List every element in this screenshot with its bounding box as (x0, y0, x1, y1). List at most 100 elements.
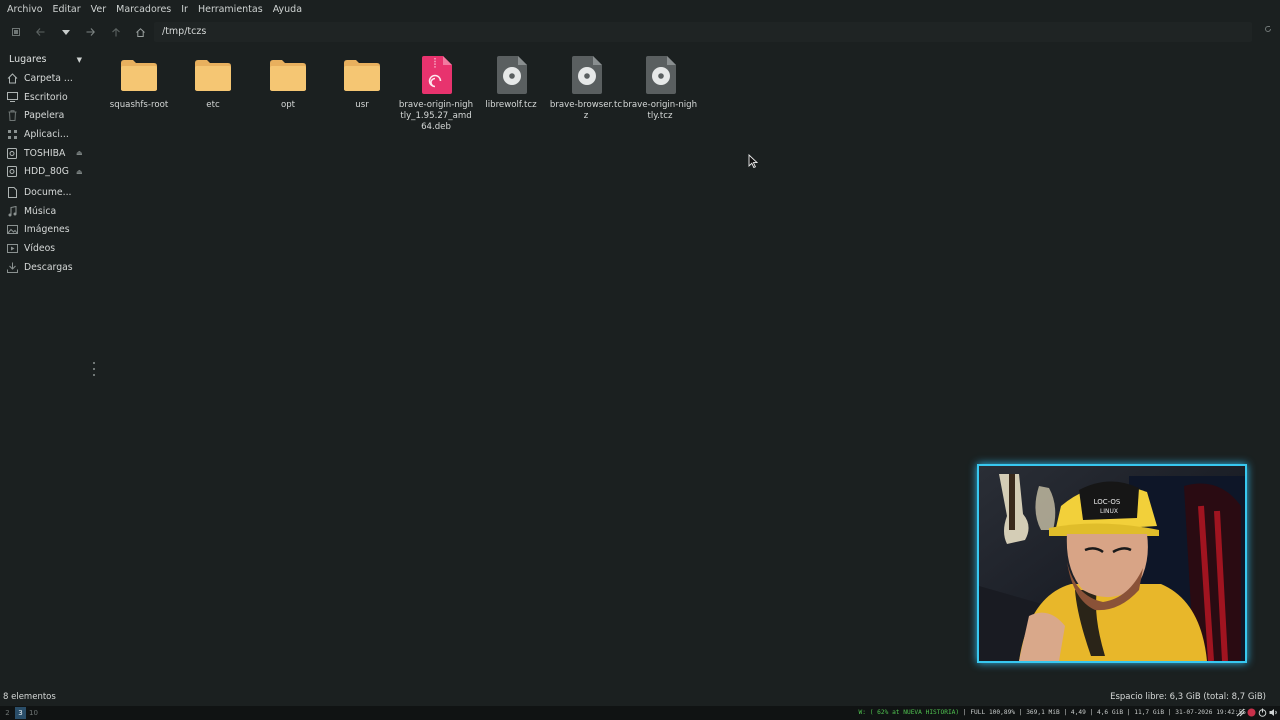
home-icon (6, 72, 18, 84)
sidebar-item-label: TOSHIBA (24, 147, 66, 159)
webcam-presenter-image: LOC-OS LINUX (979, 466, 1245, 661)
sidebar-splitter-handle[interactable] (92, 362, 96, 376)
path-input[interactable]: /tmp/tczs (154, 22, 1252, 42)
toolbar: /tmp/tczs (0, 20, 1280, 44)
file-item-etc[interactable]: etc (175, 55, 251, 111)
cap-logo-line2: LINUX (1100, 508, 1118, 515)
status-bar: 8 elementos Espacio libre: 6,3 GiB (tota… (0, 690, 1280, 704)
file-item-brave-origin-tcz[interactable]: brave-origin-nightly.tcz (622, 55, 698, 122)
workspace-button[interactable]: 10 (28, 707, 39, 719)
file-item-brave-browser-tcz[interactable]: brave-browser.tcz (548, 55, 624, 122)
sidebar-item-papelera[interactable]: Papelera (0, 106, 90, 125)
new-tab-button[interactable] (3, 20, 28, 44)
file-name: librewolf.tcz (485, 100, 537, 110)
up-button[interactable] (103, 20, 128, 44)
refresh-icon (1265, 26, 1271, 32)
arrow-up-icon (111, 27, 120, 36)
back-button[interactable] (28, 20, 53, 44)
menu-ayuda[interactable]: Ayuda (268, 0, 307, 19)
sidebar-item-descargas[interactable]: Descargas (0, 258, 90, 277)
workspace-button-active[interactable]: 3 (15, 707, 26, 719)
home-icon (136, 27, 145, 37)
file-name: squashfs-root (109, 100, 169, 110)
eject-icon[interactable]: ⏏ (76, 168, 83, 176)
disc-image-icon (566, 55, 606, 95)
system-panel: 2 3 10 W: ( 62% at NUEVA HISTORIA) | FUL… (0, 706, 1280, 720)
sidebar-item-escritorio[interactable]: Escritorio (0, 88, 90, 107)
webcam-overlay: LOC-OS LINUX (977, 464, 1247, 663)
refresh-button[interactable] (1264, 25, 1272, 36)
trash-icon (6, 110, 18, 122)
sidebar-item-label: Carpeta ... (24, 72, 73, 84)
file-manager-window: Archivo Editar Ver Marcadores Ir Herrami… (0, 0, 1280, 720)
drive-icon (6, 147, 18, 159)
file-item-brave-deb[interactable]: brave-origin-nightly_1.95.27_amd64.deb (398, 55, 474, 133)
file-item-usr[interactable]: usr (324, 55, 400, 111)
sidebar-item-hdd-80g[interactable]: HDD_80G ⏏ (0, 162, 90, 181)
download-icon (6, 261, 18, 273)
wifi-status: W: ( 62% at NUEVA HISTORIA) (858, 709, 960, 716)
workspace-button[interactable]: 2 (2, 707, 13, 719)
folder-icon (268, 55, 308, 95)
document-icon (6, 186, 18, 198)
places-sidebar: Lugares ▼ Carpeta ... Escritorio Papeler… (0, 50, 90, 690)
history-dropdown-button[interactable] (53, 20, 78, 44)
mouse-cursor-icon (748, 154, 758, 168)
sidebar-item-label: Música (24, 205, 57, 217)
sidebar-item-label: HDD_80G (24, 166, 69, 178)
status-line: W: ( 62% at NUEVA HISTORIA) | FULL 100,8… (858, 709, 1246, 716)
cap-logo: LOC-OS (1094, 498, 1121, 506)
sidebar-item-label: Escritorio (24, 91, 68, 103)
sidebar-item-label: Imágenes (24, 224, 70, 236)
sidebar-item-label: Vídeos (24, 243, 56, 255)
sidebar-item-documentos[interactable]: Docume... (0, 183, 90, 202)
disc-image-icon (491, 55, 531, 95)
menu-herramientas[interactable]: Herramientas (193, 0, 268, 19)
file-name: usr (355, 100, 369, 110)
home-button[interactable] (128, 20, 153, 44)
sidebar-item-imagenes[interactable]: Imágenes (0, 221, 90, 240)
drive-icon (6, 166, 18, 178)
disc-image-icon (640, 55, 680, 95)
image-icon (6, 224, 18, 236)
debian-package-icon (416, 55, 456, 95)
eject-icon[interactable]: ⏏ (76, 149, 83, 157)
system-tray (1236, 707, 1278, 718)
sidebar-item-toshiba[interactable]: TOSHIBA ⏏ (0, 144, 90, 163)
folder-icon (119, 55, 159, 95)
file-item-squashfs-root[interactable]: squashfs-root (101, 55, 177, 111)
sidebar-item-label: Aplicaci... (24, 128, 69, 140)
menu-ver[interactable]: Ver (86, 0, 112, 19)
menu-archivo[interactable]: Archivo (2, 0, 48, 19)
free-space: Espacio libre: 6,3 GiB (total: 8,7 GiB) (1110, 692, 1266, 702)
music-icon (6, 205, 18, 217)
arrow-left-icon (36, 28, 45, 36)
sidebar-item-videos[interactable]: Vídeos (0, 239, 90, 258)
menu-ir[interactable]: Ir (176, 0, 193, 19)
sidebar-item-label: Papelera (24, 110, 65, 122)
file-item-librewolf-tcz[interactable]: librewolf.tcz (473, 55, 549, 111)
arrow-right-icon (86, 28, 95, 36)
menu-marcadores[interactable]: Marcadores (111, 0, 176, 19)
network-tray-icon[interactable] (1236, 707, 1245, 718)
file-item-opt[interactable]: opt (250, 55, 326, 111)
sidebar-item-aplicaciones[interactable]: Aplicaci... (0, 125, 90, 144)
sidebar-item-musica[interactable]: Música (0, 202, 90, 221)
volume-tray-icon[interactable] (1269, 707, 1278, 718)
system-info: FULL 100,89% | 369,1 MiB | 4,49 | 4,6 Gi… (970, 709, 1246, 716)
places-header[interactable]: Lugares ▼ (0, 50, 90, 69)
sidebar-item-home[interactable]: Carpeta ... (0, 69, 90, 88)
menubar: Archivo Editar Ver Marcadores Ir Herrami… (0, 0, 1280, 19)
sidebar-item-label: Descargas (24, 261, 73, 273)
caret-down-icon: ▼ (76, 55, 82, 64)
video-icon (6, 243, 18, 255)
forward-button[interactable] (78, 20, 103, 44)
file-name: brave-browser.tcz (549, 100, 623, 121)
app-tray-icon[interactable] (1247, 707, 1256, 718)
file-name: brave-origin-nightly_1.95.27_amd64.deb (398, 100, 474, 132)
menu-editar[interactable]: Editar (48, 0, 86, 19)
file-name: brave-origin-nightly.tcz (622, 100, 698, 121)
folder-icon (342, 55, 382, 95)
power-tray-icon[interactable] (1258, 707, 1267, 718)
item-count: 8 elementos (3, 692, 56, 702)
